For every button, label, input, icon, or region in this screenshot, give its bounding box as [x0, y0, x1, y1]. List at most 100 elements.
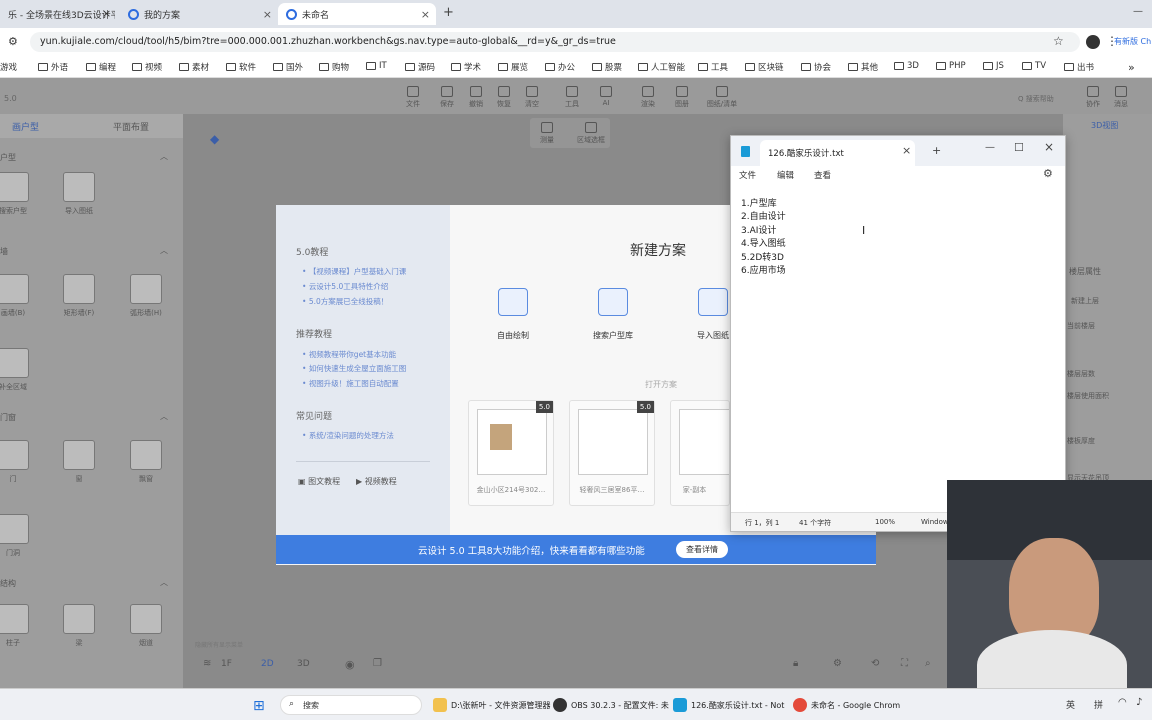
plan-card[interactable]: 家-副本 [670, 400, 730, 506]
promo-banner[interactable]: 云设计 5.0 工具8大功能介绍，快来看看都有哪些功能 查看详情 [276, 535, 876, 564]
view-details-button[interactable]: 查看详情 [676, 541, 728, 558]
plan-card[interactable]: 5.0 轻奢风三居室86平… [569, 400, 655, 506]
toolbar-region-select[interactable]: 区域选框 [574, 122, 608, 145]
bookmark-item[interactable]: 协会 [801, 61, 831, 73]
menu-file[interactable]: 文件 [739, 169, 756, 181]
taskbar-search[interactable]: ⌕ 搜索 [280, 695, 422, 715]
layers-icon[interactable]: ≋ [203, 658, 211, 669]
bookmark-item[interactable]: 学术 [451, 61, 481, 73]
notepad-text-area[interactable] [731, 186, 1065, 512]
wifi-icon[interactable]: ◠ [1118, 697, 1127, 708]
bookmark-item[interactable]: 展览 [498, 61, 528, 73]
toolbar-redo[interactable]: 恢复 [493, 86, 515, 109]
ime-indicator[interactable]: 拼 [1094, 698, 1103, 711]
fit-view-icon[interactable]: ⛶ [901, 658, 908, 669]
bookmark-item[interactable]: 其他 [848, 61, 878, 73]
close-icon[interactable]: × [421, 8, 430, 21]
new-tab-button[interactable]: + [443, 5, 454, 20]
taskbar-explorer[interactable]: D:\张新叶 - 文件资源管理器 [433, 696, 551, 714]
lib-window[interactable]: 窗 [54, 440, 104, 484]
tab-3d-view[interactable]: 3D视图 [1091, 120, 1118, 131]
address-bar[interactable]: yun.kujiale.com/cloud/tool/h5/bim?tre=00… [30, 32, 1080, 52]
video-tutorial-link[interactable]: ▶ 视频教程 [356, 476, 397, 487]
bookmark-item[interactable]: 3D [894, 61, 919, 71]
bookmark-item[interactable]: IT [366, 61, 387, 71]
bookmark-item[interactable]: 区块链 [745, 61, 784, 73]
close-icon[interactable]: × [102, 7, 111, 20]
toolbar-save[interactable]: 保存 [436, 86, 458, 109]
create-search-library-button[interactable]: 搜索户型库 [583, 288, 643, 341]
tab-draw-floorplan[interactable]: 画户型 [12, 120, 39, 133]
bookmark-item[interactable]: 购物 [319, 61, 349, 73]
update-badge[interactable]: 有新版 Ch [1114, 36, 1151, 47]
rotate-icon[interactable]: ⟲ [871, 658, 879, 669]
bookmark-star-icon[interactable]: ☆ [1053, 34, 1064, 48]
avatar[interactable] [1086, 35, 1100, 49]
toolbar-collab[interactable]: 协作 [1082, 86, 1104, 109]
bookmark-item[interactable]: 软件 [226, 61, 256, 73]
menu-edit[interactable]: 编辑 [777, 169, 794, 181]
maximize-button[interactable]: ☐ [1014, 141, 1024, 154]
close-icon[interactable]: × [263, 8, 272, 21]
plan-card[interactable]: 5.0 金山小区214号302… [468, 400, 554, 506]
settings-icon[interactable]: ⚙ [833, 658, 842, 669]
notepad-file-tab[interactable]: 126.酷家乐设计.txt × [760, 140, 915, 166]
tab-kujiale-home[interactable]: 乐 - 全场景在线3D云设计平… [0, 3, 115, 25]
bookmark-item[interactable]: 外语 [38, 61, 68, 73]
minimize-button[interactable]: — [985, 142, 995, 153]
bookmark-item[interactable]: TV [1022, 61, 1046, 71]
toolbar-measure[interactable]: 测量 [536, 122, 558, 145]
toolbar-ai[interactable]: AI [595, 86, 617, 107]
floor-selector[interactable]: 1F [221, 659, 232, 669]
bookmark-item[interactable]: 游戏 [0, 61, 17, 73]
tutorial-link[interactable]: • 系统/渲染问题的处理方法 [302, 430, 394, 441]
menu-view[interactable]: 查看 [814, 169, 831, 181]
view-3d-button[interactable]: 3D [297, 659, 310, 669]
bookmark-item[interactable]: 视频 [132, 61, 162, 73]
bookmark-item[interactable]: 国外 [273, 61, 303, 73]
bookmark-item[interactable]: JS [983, 61, 1004, 71]
taskbar-notepad[interactable]: 126.酷家乐设计.txt - Not [673, 696, 784, 714]
tab-my-plans[interactable]: 我的方案 × [120, 3, 278, 25]
windows-start-icon[interactable]: ⊞ [253, 698, 265, 714]
tab-untitled[interactable]: 未命名 × [278, 3, 436, 25]
lib-column[interactable]: 柱子 [0, 604, 38, 648]
close-icon[interactable]: × [902, 144, 911, 157]
text-tutorial-link[interactable]: ▣ 图文教程 [298, 476, 340, 487]
lock-icon[interactable]: 🔒︎ [793, 658, 798, 669]
language-indicator[interactable]: 英 [1066, 698, 1075, 711]
bookmark-item[interactable]: 源码 [405, 61, 435, 73]
lib-arc-wall[interactable]: 弧形墙(H) [121, 274, 171, 318]
bookmark-item[interactable]: 人工智能 [638, 61, 685, 73]
tab-layout[interactable]: 平面布置 [113, 120, 149, 133]
bookmark-item[interactable]: 出书 [1064, 61, 1094, 73]
lib-search-floorplan[interactable]: 搜索户型 [0, 172, 38, 216]
lib-bay-window[interactable]: 飘窗 [121, 440, 171, 484]
toolbar-clear[interactable]: 清空 [521, 86, 543, 109]
lib-flue[interactable]: 烟道 [121, 604, 171, 648]
toolbar-undo[interactable]: 撤销 [465, 86, 487, 109]
bookmark-item[interactable]: PHP [936, 61, 966, 71]
toolbar-render[interactable]: 渲染 [637, 86, 659, 109]
minimize-button[interactable]: — [1133, 6, 1143, 17]
lib-rect-wall[interactable]: 矩形墙(F) [54, 274, 104, 318]
tune-icon[interactable]: ⚙ [8, 35, 18, 48]
zoom-icon[interactable]: ⌕ [925, 658, 931, 669]
speaker-icon[interactable]: ♪ [1136, 697, 1142, 708]
lib-door-opening[interactable]: 门洞 [0, 514, 38, 558]
lib-beam[interactable]: 梁 [54, 604, 104, 648]
lib-door[interactable]: 门 [0, 440, 38, 484]
close-button[interactable]: × [1044, 140, 1054, 154]
bookmark-item[interactable]: 办公 [545, 61, 575, 73]
tutorial-link[interactable]: • 5.0方案展已全线投稿！ [302, 296, 388, 307]
lib-complete-region[interactable]: 补全区域 [0, 348, 38, 392]
toolbar-messages[interactable]: 消息 [1110, 86, 1132, 109]
tutorial-link[interactable]: • 视图升级！施工图自动配置 [302, 378, 399, 389]
taskbar-obs[interactable]: OBS 30.2.3 - 配置文件: 未 [553, 696, 669, 714]
search-help-input[interactable]: Q 搜索帮助 [1018, 94, 1054, 104]
bookmark-item[interactable]: 编程 [86, 61, 116, 73]
bookmark-item[interactable]: 股票 [592, 61, 622, 73]
settings-icon[interactable]: ⚙ [1043, 167, 1053, 180]
bookmark-item[interactable]: 工具 [698, 61, 728, 73]
toolbar-tools[interactable]: 工具 [561, 86, 583, 109]
